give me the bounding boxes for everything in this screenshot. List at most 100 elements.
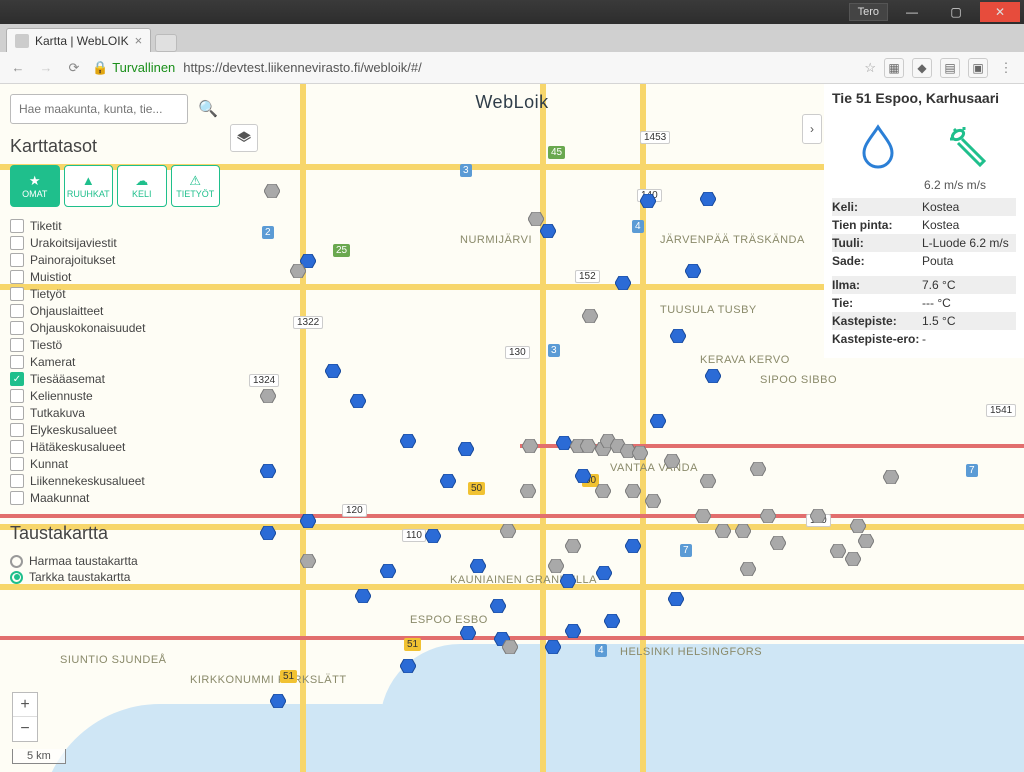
checkbox[interactable] xyxy=(10,474,24,488)
ext-icon-2[interactable]: ◆ xyxy=(912,58,932,78)
weather-station-marker[interactable] xyxy=(560,574,576,588)
weather-station-marker[interactable] xyxy=(270,694,286,708)
layer-row[interactable]: Hätäkeskusalueet xyxy=(10,440,220,454)
checkbox[interactable] xyxy=(10,321,24,335)
checkbox[interactable] xyxy=(10,457,24,471)
ext-icon-4[interactable]: ▣ xyxy=(968,58,988,78)
search-input[interactable] xyxy=(10,94,188,124)
weather-station-marker[interactable] xyxy=(400,659,416,673)
cat-btn-tietyot[interactable]: ⚠TIETYÖT xyxy=(171,165,221,207)
weather-station-marker[interactable] xyxy=(300,554,316,568)
weather-station-marker[interactable] xyxy=(400,434,416,448)
weather-station-marker[interactable] xyxy=(695,509,711,523)
weather-station-marker[interactable] xyxy=(750,462,766,476)
weather-station-marker[interactable] xyxy=(380,564,396,578)
layer-row[interactable]: ✓Tiesääasemat xyxy=(10,372,220,386)
star-icon[interactable]: ☆ xyxy=(864,60,876,76)
layer-row[interactable]: Maakunnat xyxy=(10,491,220,505)
weather-station-marker[interactable] xyxy=(540,224,556,238)
weather-station-marker[interactable] xyxy=(575,469,591,483)
weather-station-marker[interactable] xyxy=(458,442,474,456)
forward-button[interactable]: → xyxy=(36,60,56,75)
weather-station-marker[interactable] xyxy=(700,192,716,206)
weather-station-marker[interactable] xyxy=(490,599,506,613)
window-close-button[interactable]: ✕ xyxy=(980,2,1020,22)
browser-tab[interactable]: Kartta | WebLOIK × xyxy=(6,28,151,52)
checkbox[interactable] xyxy=(10,270,24,284)
checkbox[interactable] xyxy=(10,440,24,454)
weather-station-marker[interactable] xyxy=(264,184,280,198)
layer-row[interactable]: Urakoitsijaviestit xyxy=(10,236,220,250)
weather-station-marker[interactable] xyxy=(625,484,641,498)
layer-row[interactable]: Painorajoitukset xyxy=(10,253,220,267)
weather-station-marker[interactable] xyxy=(845,552,861,566)
weather-station-marker[interactable] xyxy=(440,474,456,488)
layer-row[interactable]: Keliennuste xyxy=(10,389,220,403)
weather-station-marker[interactable] xyxy=(260,464,276,478)
weather-station-marker[interactable] xyxy=(670,329,686,343)
checkbox[interactable] xyxy=(10,423,24,437)
weather-station-marker[interactable] xyxy=(625,539,641,553)
weather-station-marker[interactable] xyxy=(350,394,366,408)
weather-station-marker[interactable] xyxy=(604,614,620,628)
weather-station-marker[interactable] xyxy=(548,559,564,573)
weather-station-marker[interactable] xyxy=(700,474,716,488)
weather-station-marker[interactable] xyxy=(632,446,648,460)
weather-station-marker[interactable] xyxy=(883,470,899,484)
weather-station-marker[interactable] xyxy=(650,414,666,428)
weather-station-marker[interactable] xyxy=(615,276,631,290)
basemap-option[interactable]: Harmaa taustakartta xyxy=(10,554,220,568)
checkbox[interactable] xyxy=(10,253,24,267)
weather-station-marker[interactable] xyxy=(760,509,776,523)
panel-collapse-button[interactable]: › xyxy=(802,114,822,144)
weather-station-marker[interactable] xyxy=(740,562,756,576)
weather-station-marker[interactable] xyxy=(500,524,516,538)
layer-row[interactable]: Ohjauskokonaisuudet xyxy=(10,321,220,335)
weather-station-marker[interactable] xyxy=(290,264,306,278)
url-text[interactable]: https://devtest.liikennevirasto.fi/weblo… xyxy=(183,60,421,75)
search-icon[interactable]: 🔍 xyxy=(196,99,220,119)
weather-station-marker[interactable] xyxy=(664,454,680,468)
weather-station-marker[interactable] xyxy=(325,364,341,378)
basemap-option[interactable]: Tarkka taustakartta xyxy=(10,570,220,584)
weather-station-marker[interactable] xyxy=(470,559,486,573)
layer-row[interactable]: Tiestö xyxy=(10,338,220,352)
weather-station-marker[interactable] xyxy=(595,484,611,498)
map-area[interactable]: NURMIJÄRVIJÄRVENPÄÄ TRÄSKÄNDATUUSULA TUS… xyxy=(0,84,1024,772)
layer-row[interactable]: Muistiot xyxy=(10,270,220,284)
weather-station-marker[interactable] xyxy=(520,484,536,498)
layer-row[interactable]: Tiketit xyxy=(10,219,220,233)
tab-close-icon[interactable]: × xyxy=(135,33,143,48)
cat-btn-keli[interactable]: ☁KELI xyxy=(117,165,167,207)
radio[interactable] xyxy=(10,571,23,584)
weather-station-marker[interactable] xyxy=(545,640,561,654)
weather-station-marker[interactable] xyxy=(770,536,786,550)
weather-station-marker[interactable] xyxy=(850,519,866,533)
weather-station-marker[interactable] xyxy=(582,309,598,323)
checkbox[interactable] xyxy=(10,389,24,403)
weather-station-marker[interactable] xyxy=(640,194,656,208)
back-button[interactable]: ← xyxy=(8,60,28,75)
layer-row[interactable]: Kunnat xyxy=(10,457,220,471)
weather-station-marker[interactable] xyxy=(596,566,612,580)
checkbox[interactable] xyxy=(10,406,24,420)
weather-station-marker[interactable] xyxy=(460,626,476,640)
layer-row[interactable]: Kamerat xyxy=(10,355,220,369)
checkbox[interactable] xyxy=(10,355,24,369)
weather-station-marker[interactable] xyxy=(502,640,518,654)
new-tab-button[interactable] xyxy=(155,34,177,52)
weather-station-marker[interactable] xyxy=(830,544,846,558)
ext-icon-1[interactable]: ▦ xyxy=(884,58,904,78)
window-minimize-button[interactable]: — xyxy=(892,2,932,22)
layer-row[interactable]: Liikennekeskusalueet xyxy=(10,474,220,488)
layer-row[interactable]: Elykeskusalueet xyxy=(10,423,220,437)
weather-station-marker[interactable] xyxy=(735,524,751,538)
checkbox[interactable] xyxy=(10,236,24,250)
weather-station-marker[interactable] xyxy=(580,439,596,453)
weather-station-marker[interactable] xyxy=(685,264,701,278)
checkbox[interactable] xyxy=(10,304,24,318)
layer-row[interactable]: Tutkakuva xyxy=(10,406,220,420)
weather-station-marker[interactable] xyxy=(260,526,276,540)
weather-station-marker[interactable] xyxy=(715,524,731,538)
weather-station-marker[interactable] xyxy=(425,529,441,543)
